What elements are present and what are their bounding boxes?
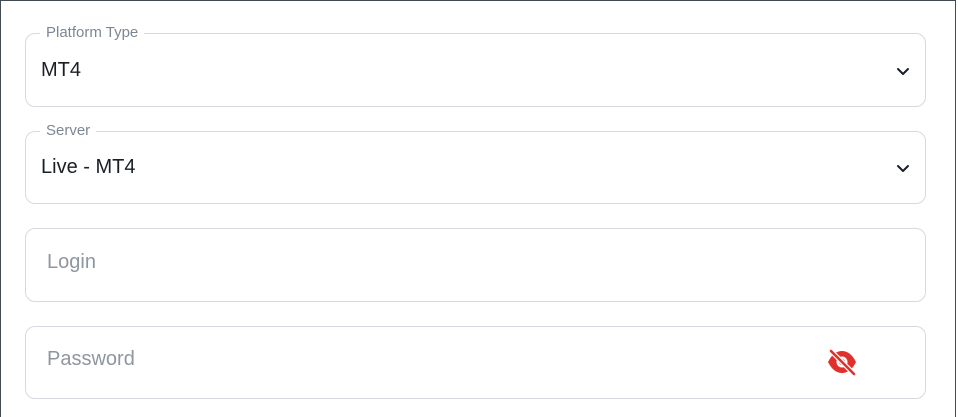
server-value: Live - MT4 [41,156,136,178]
platform-type-label: Platform Type [40,23,145,43]
platform-type-select[interactable]: Platform Type MT4 [25,23,926,107]
login-placeholder: Login [47,251,96,273]
eye-slash-icon[interactable] [826,348,858,376]
password-placeholder: Password [47,348,135,370]
chevron-down-icon[interactable] [895,160,911,176]
chevron-down-icon[interactable] [895,63,911,79]
platform-type-value: MT4 [41,59,81,81]
form-frame: Platform Type MT4 Server Live - MT4 Logi… [0,0,956,417]
server-select[interactable]: Server Live - MT4 [25,121,926,204]
server-label: Server [40,121,97,141]
login-input[interactable]: Login [25,228,926,302]
password-input[interactable]: Password [25,326,926,399]
